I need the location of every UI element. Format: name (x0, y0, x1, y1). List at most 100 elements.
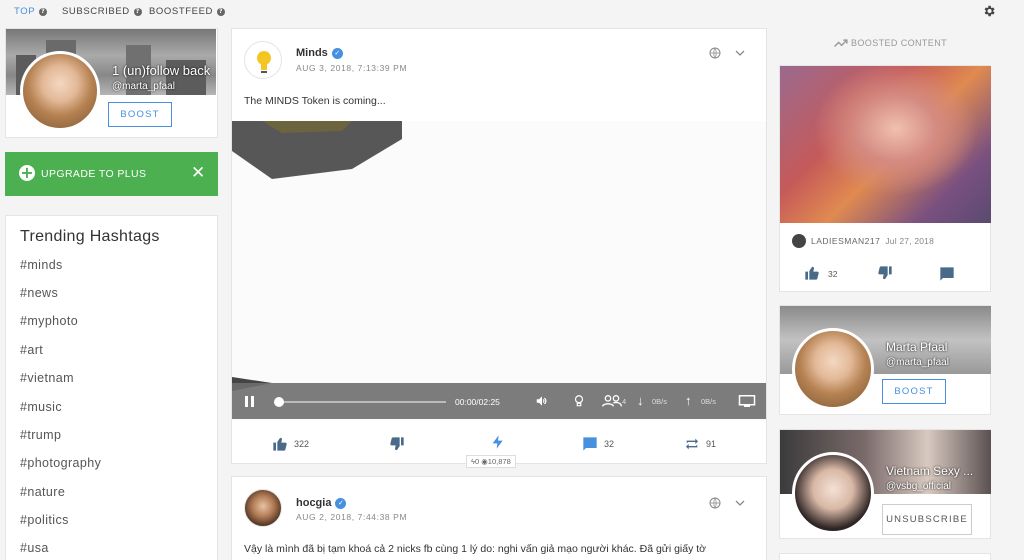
avatar[interactable] (792, 452, 874, 534)
gear-icon[interactable] (982, 4, 996, 18)
hashtag-item[interactable]: #minds (20, 258, 63, 272)
downvote-button[interactable] (389, 436, 405, 452)
globe-icon[interactable] (709, 47, 721, 59)
boost-button[interactable]: BOOST (108, 102, 172, 127)
thumbs-up-icon (273, 437, 287, 451)
boosted-card: LADIESMAN217 Jul 27, 2018 32 (779, 65, 991, 292)
chevron-down-icon[interactable] (734, 47, 746, 59)
hashtag-item[interactable]: #news (20, 286, 58, 300)
comment-icon[interactable] (939, 266, 955, 282)
hashtag-item[interactable]: #photography (20, 456, 101, 470)
plus-icon: + (19, 163, 35, 182)
unsubscribe-button[interactable]: UNSUBSCRIBE (882, 504, 972, 535)
repeat-icon (686, 438, 698, 450)
user-card: 1 (un)follow back @marta_pfaal BOOST (5, 28, 218, 138)
trending-title: Trending Hashtags (20, 228, 160, 245)
download-arrow-icon: ↓ (637, 393, 644, 408)
tab-top-label: TOP (14, 6, 36, 17)
fullscreen-icon[interactable] (738, 394, 756, 408)
boosted-image[interactable] (780, 66, 991, 223)
tab-top[interactable]: TOP ? (14, 6, 48, 17)
chevron-down-icon[interactable] (734, 497, 746, 509)
post-date[interactable]: AUG 3, 2018, 7:13:39 PM (296, 63, 407, 73)
comment-icon (583, 437, 597, 451)
boosted-owner-name: LADIESMAN217 (811, 236, 881, 246)
download-rate: 0B/s (652, 397, 668, 406)
avatar[interactable] (792, 328, 874, 410)
channel-handle[interactable]: @marta_pfaal (886, 357, 949, 368)
views-badge: ϟ0 ◉10,878 (466, 455, 516, 468)
video-frame (232, 121, 402, 391)
upload-rate: 0B/s (701, 397, 717, 406)
viewers-count: 4 (622, 397, 627, 406)
trending-icon (834, 39, 848, 48)
channel-handle[interactable]: @vsbg_official (886, 481, 951, 492)
top-nav: TOP ? SUBSCRIBED ? BOOSTFEED ? (0, 0, 1024, 24)
trending-card: Trending Hashtags #minds #news #myphoto … (5, 215, 218, 560)
upvote-count: 32 (828, 269, 838, 279)
globe-icon[interactable] (709, 497, 721, 509)
post-author[interactable]: Minds ✓ (296, 47, 343, 59)
video-time: 00:00/02:25 (455, 397, 500, 407)
tab-boostfeed-label: BOOSTFEED (149, 6, 213, 17)
boosted-heading-label: BOOSTED CONTENT (851, 38, 948, 48)
bolt-icon (492, 435, 503, 449)
video-progress[interactable] (276, 401, 446, 403)
help-icon: ? (133, 7, 142, 16)
remind-count: 91 (706, 439, 717, 449)
close-icon[interactable]: ✕ (191, 163, 205, 183)
upvote-count: 322 (294, 439, 310, 449)
comment-button[interactable]: 32 (582, 436, 614, 452)
verified-icon: ✓ (335, 497, 347, 509)
lightbulb-icon (257, 51, 271, 73)
thumbs-down-icon (390, 437, 404, 451)
hashtag-item[interactable]: #usa (20, 541, 49, 555)
boosted-owner[interactable]: LADIESMAN217 Jul 27, 2018 (792, 234, 934, 248)
wire-count: 0 (474, 457, 480, 466)
hashtag-item[interactable]: #myphoto (20, 314, 78, 328)
post-card: Minds ✓ AUG 3, 2018, 7:13:39 PM The MIND… (231, 28, 767, 468)
comment-count: 32 (604, 439, 615, 449)
user-handle[interactable]: @marta_pfaal (112, 81, 175, 92)
verified-icon: ✓ (331, 47, 343, 59)
post-text: The MINDS Token is coming... (244, 95, 386, 107)
volume-icon[interactable] (534, 394, 550, 408)
hashtag-item[interactable]: #nature (20, 485, 65, 499)
post-card: hocgia ✓ AUG 2, 2018, 7:44:38 PM Vậy là … (231, 476, 767, 560)
pause-icon[interactable] (244, 395, 256, 408)
post-date[interactable]: AUG 2, 2018, 7:44:38 PM (296, 512, 407, 522)
channel-name[interactable]: Vietnam Sexy ... (886, 464, 973, 478)
hashtag-item[interactable]: #vietnam (20, 371, 74, 385)
post-author-name: Minds (296, 47, 328, 59)
avatar[interactable] (244, 41, 282, 79)
upload-arrow-icon: ↑ (685, 393, 692, 408)
wire-button[interactable] (490, 433, 506, 451)
upgrade-banner[interactable]: + UPGRADE TO PLUS ✕ (5, 152, 218, 196)
lightbulb-outline-icon[interactable] (572, 393, 586, 409)
user-name[interactable]: 1 (un)follow back (112, 63, 210, 78)
tab-boostfeed[interactable]: BOOSTFEED ? (149, 6, 225, 17)
tab-subscribed[interactable]: SUBSCRIBED ? (62, 6, 142, 17)
avatar[interactable] (20, 51, 100, 131)
upvote-button[interactable]: 322 (272, 436, 309, 452)
help-icon: ? (39, 7, 48, 16)
avatar[interactable] (244, 489, 282, 527)
video-player[interactable]: 00:00/02:25 4 ↓ 0B/s ↑ 0B/s (232, 121, 766, 421)
suggested-channel-card: Vietnam Sexy ... @vsbg_official UNSUBSCR… (779, 429, 991, 539)
hashtag-item[interactable]: #politics (20, 513, 69, 527)
post-text: Vậy là mình đã bị tạm khoá cả 2 nicks fb… (244, 543, 707, 555)
remind-button[interactable]: 91 (684, 436, 716, 452)
suggested-channel-card: Marta Pfaal @marta_pfaal BOOST (779, 305, 991, 415)
video-scrubber[interactable] (274, 397, 284, 407)
view-count: 10,878 (487, 457, 511, 466)
video-controls: 00:00/02:25 4 ↓ 0B/s ↑ 0B/s (232, 383, 766, 419)
post-author[interactable]: hocgia ✓ (296, 497, 347, 509)
hashtag-item[interactable]: #art (20, 343, 43, 357)
channel-name[interactable]: Marta Pfaal (886, 340, 947, 354)
hashtag-item[interactable]: #music (20, 400, 62, 414)
thumbs-up-icon[interactable] (804, 265, 820, 281)
thumbs-down-icon[interactable] (877, 265, 893, 281)
boost-button[interactable]: BOOST (882, 379, 946, 404)
boosted-heading: BOOSTED CONTENT (834, 38, 947, 48)
hashtag-item[interactable]: #trump (20, 428, 61, 442)
